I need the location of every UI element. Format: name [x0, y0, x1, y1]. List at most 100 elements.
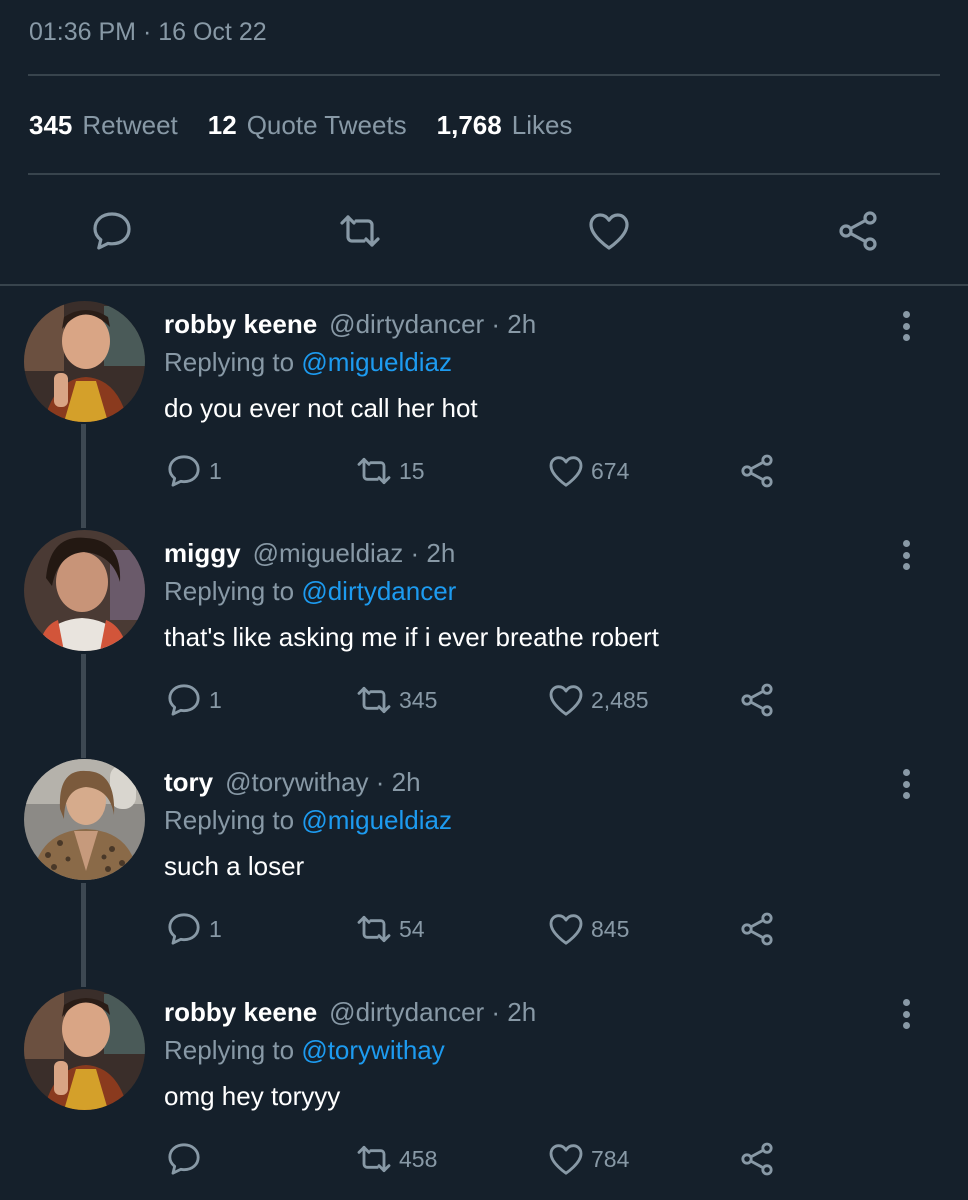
replying-label: Replying to	[164, 805, 295, 835]
avatar-image	[24, 989, 145, 1110]
display-name[interactable]: robby keene	[164, 309, 317, 339]
tweet-text: omg hey toryyy	[164, 1081, 341, 1111]
display-name[interactable]: tory	[164, 767, 213, 797]
retweet-count: 54	[399, 915, 425, 942]
retweet-icon	[340, 215, 380, 247]
more-icon	[902, 540, 910, 547]
like-count: 674	[591, 457, 630, 484]
retweet-count-link[interactable]: 345 Retweet	[29, 110, 178, 141]
avatar-image	[24, 301, 145, 422]
reply-tweet[interactable]: tory @torywithay · 2h Replying to @miguel…	[0, 759, 968, 988]
like-button[interactable]: 784	[546, 1139, 629, 1179]
retweet-icon	[357, 1145, 391, 1173]
share-icon	[741, 683, 773, 717]
reply-tweet[interactable]: robby keene @dirtydancer · 2h Replying to…	[0, 989, 968, 1200]
tweet-timestamp: 01:36 PM · 16 Oct 22	[29, 18, 267, 46]
reply-action-bar: 1 15 674	[0, 451, 968, 491]
quote-count-link[interactable]: 12 Quote Tweets	[208, 110, 407, 141]
reply-button[interactable]: 1	[164, 909, 222, 949]
more-icon	[902, 311, 910, 318]
reply-icon	[168, 455, 200, 487]
display-name[interactable]: miggy	[164, 538, 241, 568]
reply-tweet[interactable]: robby keene @dirtydancer · 2h Replying to…	[0, 301, 968, 530]
reply-icon	[168, 1143, 200, 1175]
retweet-count: 458	[399, 1145, 438, 1172]
retweet-icon	[357, 686, 391, 714]
handle-time: @migueldiaz · 2h	[252, 538, 456, 568]
reply-button[interactable]: 1	[164, 451, 222, 491]
replying-label: Replying to	[164, 576, 295, 606]
more-options-button[interactable]	[896, 309, 916, 343]
handle-time: @dirtydancer · 2h	[329, 309, 537, 339]
reply-header: tory @torywithay · 2h	[164, 767, 421, 798]
reply-count: 1	[209, 457, 222, 484]
like-button[interactable]	[583, 205, 635, 257]
retweet-button[interactable]: 458	[354, 1139, 437, 1179]
like-count-link[interactable]: 1,768 Likes	[437, 110, 573, 141]
share-button[interactable]	[737, 909, 777, 949]
replying-label: Replying to	[164, 347, 295, 377]
retweet-button[interactable]: 15	[354, 451, 425, 491]
more-options-button[interactable]	[896, 767, 916, 801]
reply-icon	[168, 684, 200, 716]
avatar-image	[24, 530, 145, 651]
like-label: Likes	[511, 110, 573, 140]
more-icon	[902, 769, 910, 776]
retweet-label: Retweet	[82, 110, 178, 140]
like-button[interactable]: 2,485	[546, 680, 649, 720]
avatar[interactable]	[24, 530, 145, 651]
reply-action-bar: 1 345 2,485	[0, 680, 968, 720]
like-button[interactable]: 845	[546, 909, 629, 949]
share-icon	[839, 211, 877, 251]
reply-icon	[168, 913, 200, 945]
mention-link[interactable]: @migueldiaz	[301, 347, 452, 377]
reply-button[interactable]	[164, 1139, 209, 1179]
share-button[interactable]	[832, 205, 884, 257]
tweet-detail-page: 01:36 PM · 16 Oct 22 345 Retweet 12 Quote …	[0, 0, 968, 1200]
like-icon	[549, 914, 583, 945]
reply-header: robby keene @dirtydancer · 2h	[164, 997, 536, 1028]
tweet-text: do you ever not call her hot	[164, 393, 478, 423]
avatar[interactable]	[24, 989, 145, 1110]
like-icon	[589, 213, 629, 250]
reply-tweet[interactable]: miggy @migueldiaz · 2h Replying to @dirty…	[0, 530, 968, 759]
more-options-button[interactable]	[896, 538, 916, 572]
tweet-text: such a loser	[164, 851, 305, 881]
reply-header: robby keene @dirtydancer · 2h	[164, 309, 536, 340]
share-button[interactable]	[737, 451, 777, 491]
like-count: 784	[591, 1145, 630, 1172]
reply-count: 1	[209, 915, 222, 942]
mention-link[interactable]: @torywithay	[301, 1035, 444, 1065]
like-button[interactable]: 674	[546, 451, 629, 491]
reply-icon	[93, 212, 131, 250]
avatar[interactable]	[24, 301, 145, 422]
retweet-count: 345	[29, 110, 73, 140]
reply-button[interactable]	[86, 205, 138, 257]
retweet-button[interactable]	[334, 205, 386, 257]
quote-label: Quote Tweets	[246, 110, 407, 140]
avatar-image	[24, 759, 145, 880]
avatar[interactable]	[24, 759, 145, 880]
handle-time: @torywithay · 2h	[225, 767, 421, 797]
more-options-button[interactable]	[896, 997, 916, 1031]
display-name[interactable]: robby keene	[164, 997, 317, 1027]
replying-label: Replying to	[164, 1035, 295, 1065]
reply-action-bar: 1 54 845	[0, 909, 968, 949]
share-icon	[741, 1142, 773, 1176]
mention-link[interactable]: @migueldiaz	[301, 805, 452, 835]
reply-button[interactable]: 1	[164, 680, 222, 720]
main-action-bar	[0, 205, 968, 257]
like-count: 1,768	[436, 110, 502, 140]
replying-to: Replying to @torywithay	[164, 1035, 445, 1066]
retweet-button[interactable]: 54	[354, 909, 425, 949]
share-button[interactable]	[737, 1139, 777, 1179]
retweet-button[interactable]: 345	[354, 680, 437, 720]
reply-header: miggy @migueldiaz · 2h	[164, 538, 455, 569]
reply-action-bar: 458 784	[0, 1139, 968, 1179]
mention-link[interactable]: @dirtydancer	[301, 576, 456, 606]
retweet-icon	[357, 915, 391, 943]
share-button[interactable]	[737, 680, 777, 720]
replying-to: Replying to @migueldiaz	[164, 347, 452, 378]
share-icon	[741, 454, 773, 488]
reply-count: 1	[209, 686, 222, 713]
